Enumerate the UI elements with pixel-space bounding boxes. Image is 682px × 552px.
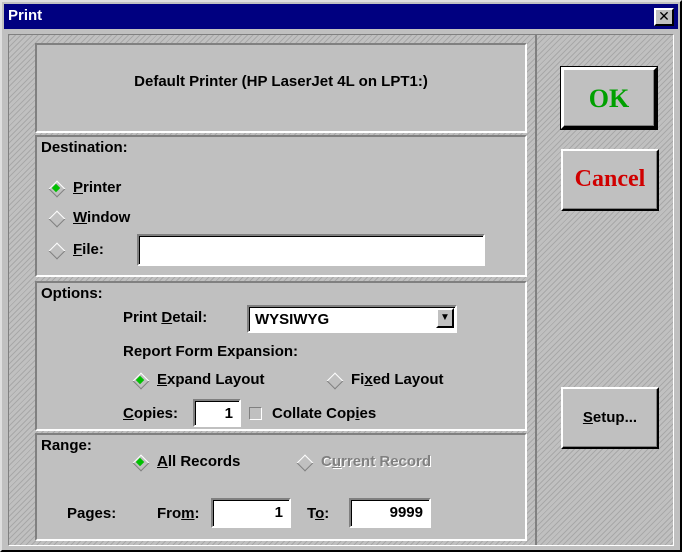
print-detail-select[interactable]: WYSIWYG ▼ xyxy=(247,305,457,333)
close-button[interactable]: ✕ xyxy=(654,8,674,26)
setup-button-label: Setup... xyxy=(582,409,638,426)
ok-button[interactable]: OK xyxy=(560,66,658,130)
radio-expand-layout[interactable]: Expand Layout xyxy=(133,371,265,388)
radio-printer-label: Printer xyxy=(73,179,122,196)
print-detail-value: WYSIWYG xyxy=(255,311,330,328)
collate-copies-checkbox[interactable]: Collate Copies xyxy=(249,405,376,422)
radio-current-record-label: Current Record xyxy=(321,453,432,470)
radio-unselected-icon xyxy=(327,373,341,387)
radio-fixed-layout-label: Fixed Layout xyxy=(351,371,444,388)
from-page-input[interactable]: 1 xyxy=(211,498,291,528)
main-panel: Default Printer (HP LaserJet 4L on LPT1:… xyxy=(9,35,531,545)
print-dialog: Print ✕ Default Printer (HP LaserJet 4L … xyxy=(0,0,682,552)
radio-file-label: File: xyxy=(73,241,104,258)
to-page-input[interactable]: 9999 xyxy=(349,498,431,528)
radio-unselected-icon xyxy=(297,455,311,469)
radio-selected-icon xyxy=(133,373,147,387)
title-bar[interactable]: Print ✕ xyxy=(4,4,678,29)
window-title: Print xyxy=(8,7,43,24)
radio-current-record[interactable]: Current Record xyxy=(297,453,431,470)
default-printer-label: Default Printer (HP LaserJet 4L on LPT1:… xyxy=(134,73,428,90)
setup-button[interactable]: Setup... xyxy=(561,387,659,449)
radio-window-label: Window xyxy=(73,209,131,226)
copies-value: 1 xyxy=(224,405,233,422)
radio-selected-icon xyxy=(49,181,63,195)
destination-group: Destination: Printer Window File: xyxy=(35,135,527,277)
ok-button-label: OK xyxy=(588,84,630,113)
radio-unselected-icon xyxy=(49,243,63,257)
dropdown-arrow-icon[interactable]: ▼ xyxy=(436,308,454,328)
destination-title: Destination: xyxy=(41,139,128,156)
collate-copies-label: Collate Copies xyxy=(272,405,377,422)
range-group: Range: All Records Current Record Pages:… xyxy=(35,433,527,541)
pages-label: Pages: xyxy=(67,505,117,522)
radio-all-records[interactable]: All Records xyxy=(133,453,240,470)
to-label: To: xyxy=(307,505,330,522)
radio-fixed-layout[interactable]: Fixed Layout xyxy=(327,371,444,388)
checkbox-icon xyxy=(249,407,262,420)
radio-selected-icon xyxy=(133,455,147,469)
copies-label: Copies: xyxy=(123,405,179,422)
from-page-value: 1 xyxy=(274,504,283,521)
button-panel: OK Cancel Setup... xyxy=(535,35,673,545)
cancel-button[interactable]: Cancel xyxy=(561,149,659,211)
from-label: From: xyxy=(157,505,200,522)
radio-printer[interactable]: Printer xyxy=(49,179,121,196)
cancel-button-label: Cancel xyxy=(574,166,646,192)
print-detail-label: Print Detail: xyxy=(123,309,208,326)
radio-file[interactable]: File: xyxy=(49,241,104,258)
range-title: Range: xyxy=(41,437,92,454)
default-printer-box: Default Printer (HP LaserJet 4L on LPT1:… xyxy=(35,43,527,133)
to-page-value: 9999 xyxy=(389,504,423,521)
radio-unselected-icon xyxy=(49,211,63,225)
radio-window[interactable]: Window xyxy=(49,209,130,226)
file-path-input[interactable] xyxy=(137,234,485,266)
report-form-expansion-label: Report Form Expansion: xyxy=(123,343,299,360)
radio-all-records-label: All Records xyxy=(157,453,241,470)
dialog-body: Default Printer (HP LaserJet 4L on LPT1:… xyxy=(8,34,674,546)
radio-expand-layout-label: Expand Layout xyxy=(157,371,265,388)
options-title: Options: xyxy=(41,285,103,302)
copies-input[interactable]: 1 xyxy=(193,399,241,427)
options-group: Options: Print Detail: WYSIWYG ▼ Report … xyxy=(35,281,527,431)
close-icon: ✕ xyxy=(658,8,670,24)
